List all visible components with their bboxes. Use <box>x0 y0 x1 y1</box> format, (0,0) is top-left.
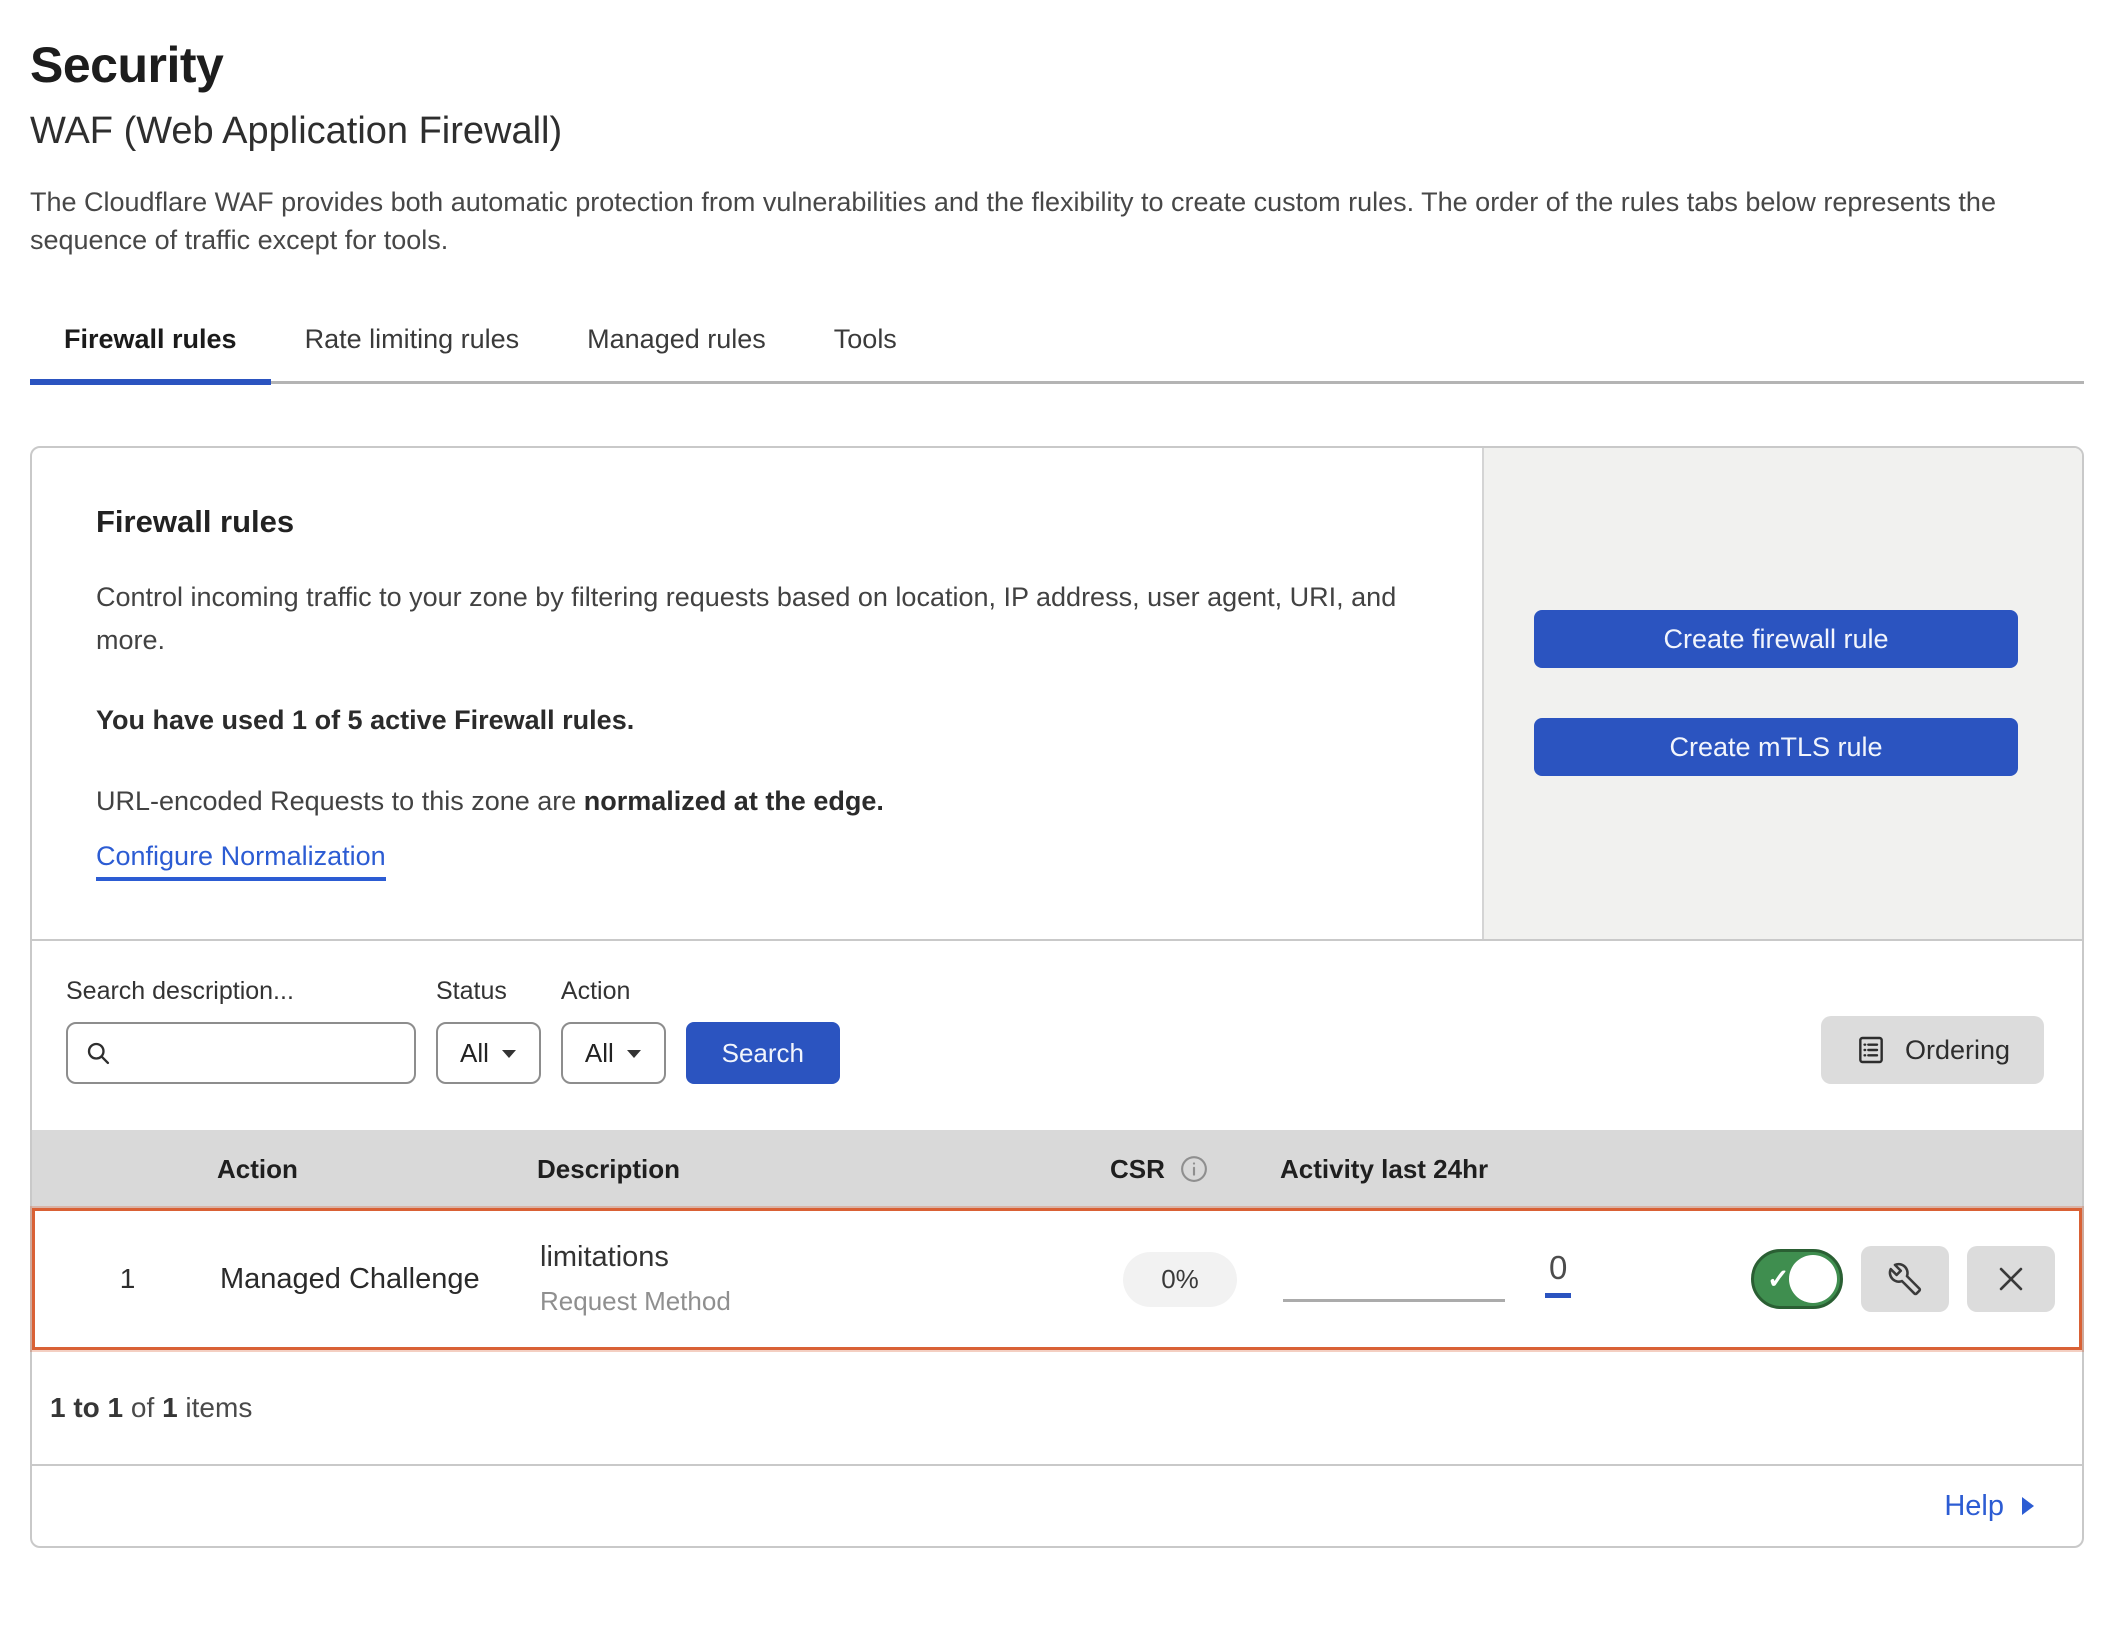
pagination-summary: 1 to 1 of 1 items <box>32 1350 2082 1464</box>
edit-rule-button[interactable] <box>1861 1246 1949 1312</box>
rules-tab-bar: Firewall rules Rate limiting rules Manag… <box>30 310 2084 384</box>
header-csr-label: CSR <box>1110 1154 1165 1185</box>
search-field-group: Search description... <box>66 977 416 1084</box>
security-waf-page: Security WAF (Web Application Firewall) … <box>0 0 2114 1548</box>
rule-enabled-toggle[interactable]: ✓ <box>1751 1249 1843 1309</box>
usage-summary: You have used 1 of 5 active Firewall rul… <box>96 705 1412 736</box>
activity-count-link[interactable]: 0 <box>1545 1249 1571 1298</box>
create-firewall-rule-button[interactable]: Create firewall rule <box>1534 610 2018 668</box>
card-title: Firewall rules <box>96 504 1412 540</box>
search-input[interactable] <box>124 1037 398 1070</box>
filter-toolbar: Search description... Status All <box>32 941 2082 1130</box>
configure-normalization-link[interactable]: Configure Normalization <box>96 841 386 881</box>
action-field-label: Action <box>561 977 666 1006</box>
firewall-rules-card-body: Firewall rules Control incoming traffic … <box>32 448 1482 939</box>
wrench-icon <box>1887 1261 1923 1297</box>
info-icon[interactable] <box>1179 1154 1209 1184</box>
rule-description: limitations <box>540 1241 1085 1274</box>
header-csr: CSR <box>1082 1154 1272 1185</box>
rule-action: Managed Challenge <box>220 1263 540 1296</box>
rule-csr-cell: 0% <box>1085 1252 1275 1307</box>
page-title: Security <box>30 36 2084 94</box>
chevron-down-icon <box>501 1048 517 1059</box>
csr-badge: 0% <box>1123 1252 1237 1307</box>
search-field-label: Search description... <box>66 977 416 1006</box>
header-activity: Activity last 24hr <box>1272 1154 1662 1185</box>
action-field-group: Action All <box>561 977 666 1084</box>
status-field-label: Status <box>436 977 541 1006</box>
delete-rule-button[interactable] <box>1967 1246 2055 1312</box>
normalization-note-bold: normalized at the edge. <box>584 786 884 816</box>
ordering-button[interactable]: Ordering <box>1821 1016 2044 1084</box>
header-description: Description <box>537 1154 1082 1185</box>
rule-activity-cell: 0 <box>1275 1249 1665 1310</box>
firewall-rule-row[interactable]: 1 Managed Challenge limitations Request … <box>32 1208 2082 1350</box>
rule-controls-cell: ✓ <box>1665 1246 2079 1312</box>
status-select-value: All <box>460 1038 489 1069</box>
search-input-box <box>66 1022 416 1084</box>
arrow-right-icon <box>2020 1495 2036 1517</box>
list-icon <box>1855 1034 1887 1066</box>
pagination-of: of <box>123 1392 162 1423</box>
chevron-down-icon <box>626 1048 642 1059</box>
status-field-group: Status All <box>436 977 541 1084</box>
tab-firewall-rules[interactable]: Firewall rules <box>30 310 271 385</box>
pagination-range: 1 to 1 <box>50 1392 123 1423</box>
rule-expression: Request Method <box>540 1286 1085 1317</box>
tab-managed-rules[interactable]: Managed rules <box>553 310 800 385</box>
action-select[interactable]: All <box>561 1022 666 1084</box>
search-button[interactable]: Search <box>686 1022 840 1084</box>
page-description: The Cloudflare WAF provides both automat… <box>30 183 2080 260</box>
activity-sparkline <box>1283 1299 1505 1302</box>
rule-description-cell: limitations Request Method <box>540 1241 1085 1317</box>
page-subtitle: WAF (Web Application Firewall) <box>30 110 2084 153</box>
search-icon <box>84 1039 112 1067</box>
tab-rate-limiting-rules[interactable]: Rate limiting rules <box>271 310 554 385</box>
normalization-note-text: URL-encoded Requests to this zone are <box>96 786 584 816</box>
action-select-value: All <box>585 1038 614 1069</box>
card-description: Control incoming traffic to your zone by… <box>96 576 1412 663</box>
help-link[interactable]: Help <box>1944 1490 2036 1523</box>
create-mtls-rule-button[interactable]: Create mTLS rule <box>1534 718 2018 776</box>
card-actions-sidebar: Create firewall rule Create mTLS rule <box>1482 448 2082 939</box>
normalization-note: URL-encoded Requests to this zone are no… <box>96 786 1412 817</box>
pagination-items: items <box>178 1392 253 1423</box>
tab-tools[interactable]: Tools <box>800 310 931 385</box>
toggle-knob <box>1789 1255 1837 1303</box>
firewall-rules-card: Firewall rules Control incoming traffic … <box>32 448 2082 941</box>
rules-table-header: Action Description CSR Activity last 24h… <box>32 1130 2082 1208</box>
ordering-button-label: Ordering <box>1905 1035 2010 1066</box>
status-select[interactable]: All <box>436 1022 541 1084</box>
help-link-label: Help <box>1944 1490 2004 1523</box>
panel-footer: Help <box>32 1464 2082 1546</box>
pagination-total: 1 <box>162 1392 178 1423</box>
firewall-rules-panel: Firewall rules Control incoming traffic … <box>30 446 2084 1548</box>
header-action: Action <box>217 1154 537 1185</box>
check-icon: ✓ <box>1767 1264 1790 1295</box>
close-icon <box>1994 1262 2028 1296</box>
rule-order: 1 <box>35 1263 220 1295</box>
